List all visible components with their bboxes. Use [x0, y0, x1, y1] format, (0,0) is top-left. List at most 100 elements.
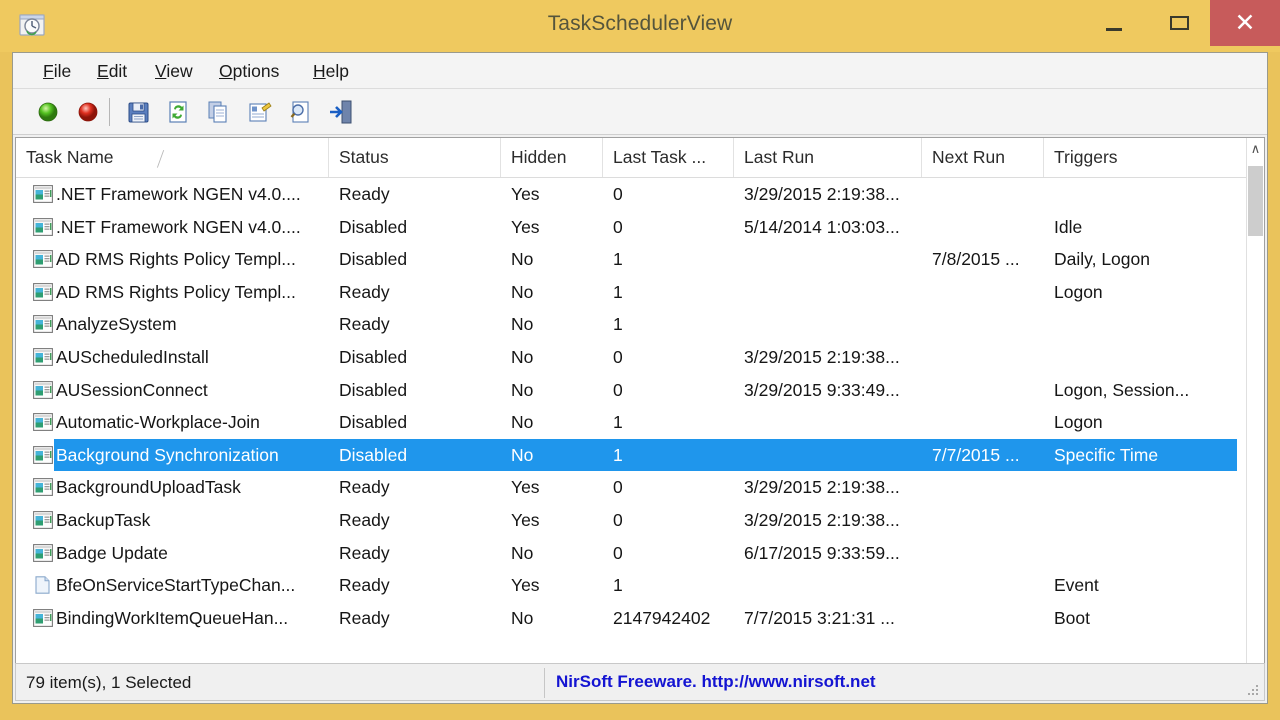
client-area: File Edit View Options Help Task Name ╱ …	[12, 52, 1268, 704]
minimize-icon	[1106, 28, 1122, 31]
cell-last-task: 0	[613, 509, 623, 530]
resize-grip-icon[interactable]	[1246, 683, 1260, 697]
copy-button[interactable]	[203, 97, 233, 127]
cell-next-run	[932, 602, 1042, 635]
cell-task-name: AD RMS Rights Policy Templ...	[56, 281, 296, 302]
run-task-button[interactable]	[33, 97, 63, 127]
task-row[interactable]: AnalyzeSystem Ready No 1	[16, 308, 1248, 341]
task-row[interactable]: .NET Framework NGEN v4.0.... Ready Yes 0 3/2…	[16, 178, 1248, 211]
column-header-status[interactable]: Status	[329, 138, 501, 177]
cell-hidden: No	[511, 412, 534, 433]
cell-task-name: BfeOnServiceStartTypeChan...	[56, 575, 296, 596]
cell-hidden: No	[511, 444, 534, 465]
cell-last-run	[744, 276, 920, 309]
task-row[interactable]: BackupTask Ready Yes 0 3/29/2015 2:19:38...	[16, 504, 1248, 537]
cell-last-run: 7/7/2015 3:21:31 ...	[744, 607, 895, 628]
cell-last-run: 3/29/2015 9:33:49...	[744, 379, 900, 400]
cell-next-run	[932, 504, 1042, 537]
cell-status: Ready	[339, 575, 390, 596]
cell-task-name: Background Synchronization	[56, 444, 279, 465]
stop-task-button[interactable]	[73, 97, 103, 127]
task-row[interactable]: Background Synchronization Disabled No 1 7/7…	[16, 438, 1248, 472]
cell-last-run: 3/29/2015 2:19:38...	[744, 509, 900, 530]
cell-triggers: Logon, Session...	[1054, 379, 1190, 400]
cell-task-name: Badge Update	[56, 542, 168, 563]
toolbar	[13, 89, 1267, 135]
maximize-icon	[1170, 16, 1189, 30]
task-list[interactable]: Task Name ╱ Status Hidden Last Task ... Last …	[15, 137, 1265, 689]
menu-help[interactable]: Help	[307, 59, 355, 84]
cell-last-run: 3/29/2015 2:19:38...	[744, 477, 900, 498]
column-header-next-run[interactable]: Next Run	[922, 138, 1044, 177]
task-rows-container: .NET Framework NGEN v4.0.... Ready Yes 0 3/2…	[16, 178, 1248, 668]
cell-hidden: No	[511, 346, 534, 367]
cell-next-run	[932, 308, 1042, 341]
cell-last-task: 1	[613, 575, 623, 596]
cell-last-run: 3/29/2015 2:19:38...	[744, 346, 900, 367]
refresh-button[interactable]	[163, 97, 193, 127]
column-header-triggers[interactable]: Triggers	[1044, 138, 1248, 177]
cell-triggers: Event	[1054, 575, 1099, 596]
close-icon: ✕	[1234, 9, 1256, 37]
task-row[interactable]: AUScheduledInstall Disabled No 0 3/29/2015 2…	[16, 341, 1248, 374]
cell-hidden: No	[511, 281, 534, 302]
task-row[interactable]: BfeOnServiceStartTypeChan... Ready Yes 1 Eve…	[16, 569, 1248, 602]
cell-last-run: 3/29/2015 2:19:38...	[744, 184, 900, 204]
task-window-icon	[33, 543, 53, 562]
task-row[interactable]: .NET Framework NGEN v4.0.... Disabled Yes 0…	[16, 211, 1248, 244]
cell-next-run	[932, 471, 1042, 504]
cell-last-task: 1	[613, 249, 623, 270]
toolbar-separator	[109, 98, 110, 126]
menu-bar: File Edit View Options Help	[13, 53, 1267, 89]
task-row[interactable]: Badge Update Ready No 0 6/17/2015 9:33:59...	[16, 537, 1248, 570]
task-row[interactable]: Automatic-Workplace-Join Disabled No 1 Logon	[16, 406, 1248, 439]
cell-next-run	[932, 374, 1042, 407]
task-row[interactable]: BackgroundUploadTask Ready Yes 0 3/29/2015 2…	[16, 471, 1248, 504]
menu-file[interactable]: File	[37, 59, 77, 84]
cell-status: Disabled	[339, 379, 408, 400]
menu-options[interactable]: Options	[213, 59, 285, 84]
properties-button[interactable]	[245, 97, 275, 127]
minimize-button[interactable]	[1082, 0, 1144, 46]
cell-hidden: Yes	[511, 575, 540, 596]
menu-view[interactable]: View	[149, 59, 199, 84]
task-row[interactable]: AD RMS Rights Policy Templ... Disabled No 1…	[16, 243, 1248, 276]
task-row[interactable]: AUSessionConnect Disabled No 0 3/29/2015 9:3…	[16, 374, 1248, 407]
nirsoft-link[interactable]: NirSoft Freeware. http://www.nirsoft.net	[556, 672, 876, 692]
cell-hidden: Yes	[511, 216, 540, 237]
cell-last-run	[744, 308, 920, 341]
cell-task-name: AUScheduledInstall	[56, 346, 209, 367]
column-header-task-name[interactable]: Task Name	[16, 138, 329, 177]
task-window-icon	[33, 217, 53, 236]
task-row[interactable]: BindingWorkItemQueueHan... Ready No 2147942…	[16, 602, 1248, 635]
task-window-icon	[33, 510, 53, 529]
column-header-row: Task Name ╱ Status Hidden Last Task ... Last …	[16, 138, 1264, 178]
task-row[interactable]: AD RMS Rights Policy Templ... Ready No 1 Log…	[16, 276, 1248, 309]
task-window-icon	[33, 185, 53, 203]
close-button[interactable]: ✕	[1210, 0, 1280, 46]
html-report-button[interactable]	[285, 97, 315, 127]
column-header-last-task[interactable]: Last Task ...	[603, 138, 734, 177]
cell-task-name: BackgroundUploadTask	[56, 477, 241, 498]
maximize-button[interactable]	[1148, 0, 1210, 46]
cell-last-run: 5/14/2014 1:03:03...	[744, 216, 900, 237]
item-count-status: 79 item(s), 1 Selected	[26, 673, 192, 692]
cell-status: Ready	[339, 542, 390, 563]
cell-last-run	[744, 406, 920, 439]
column-header-hidden[interactable]: Hidden	[501, 138, 603, 177]
application-window: TaskSchedulerView ✕ File Edit View Options H…	[0, 0, 1280, 720]
scroll-up-icon[interactable]: ∧	[1247, 138, 1264, 160]
cell-last-task: 0	[613, 542, 623, 563]
menu-edit[interactable]: Edit	[91, 59, 133, 84]
cell-triggers	[1054, 308, 1246, 341]
vertical-scrollbar[interactable]: ∧ ∨	[1246, 138, 1264, 688]
vertical-scrollbar-thumb[interactable]	[1248, 166, 1263, 236]
cell-triggers	[1054, 178, 1246, 211]
exit-button[interactable]	[325, 97, 355, 127]
column-header-last-run[interactable]: Last Run	[734, 138, 922, 177]
cell-status: Disabled	[339, 249, 408, 270]
cell-last-run	[744, 439, 920, 472]
cell-last-task: 1	[613, 412, 623, 433]
cell-triggers	[1054, 537, 1246, 570]
save-button[interactable]	[123, 97, 153, 127]
